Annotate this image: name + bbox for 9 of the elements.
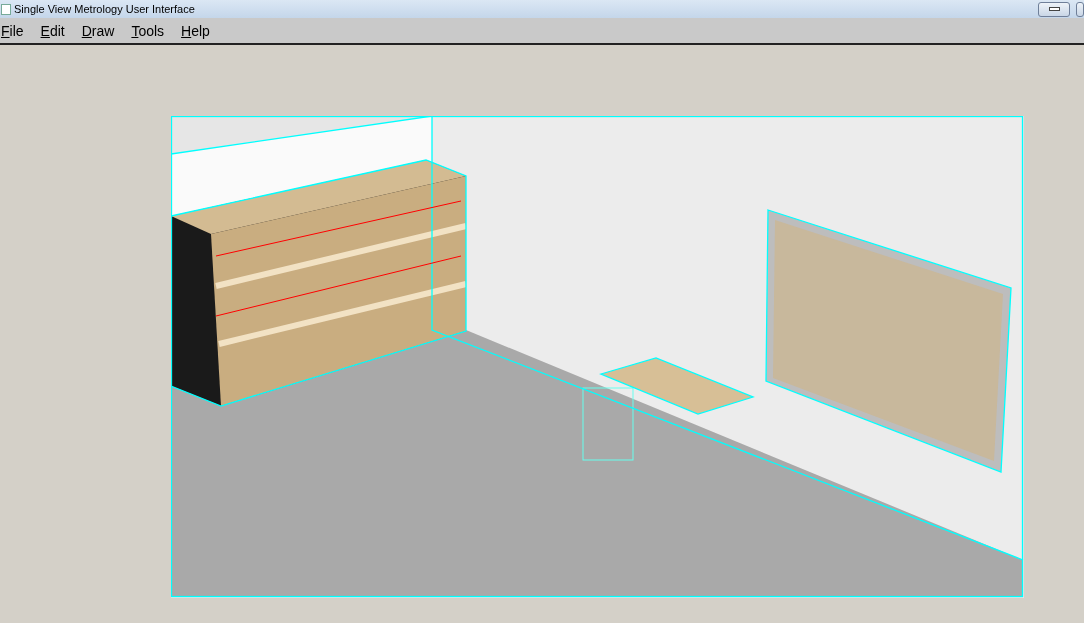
menu-item[interactable]: File bbox=[0, 20, 25, 42]
maximize-button[interactable] bbox=[1076, 1, 1084, 17]
menu-item[interactable]: Draw bbox=[80, 20, 116, 42]
window-title: Single View Metrology User Interface bbox=[14, 1, 195, 17]
minimize-button[interactable] bbox=[1038, 1, 1070, 17]
app-icon bbox=[1, 3, 11, 15]
menu-item[interactable]: Edit bbox=[39, 20, 66, 42]
menu-item[interactable]: Tools bbox=[130, 20, 166, 42]
menu-item[interactable]: Help bbox=[180, 20, 211, 42]
